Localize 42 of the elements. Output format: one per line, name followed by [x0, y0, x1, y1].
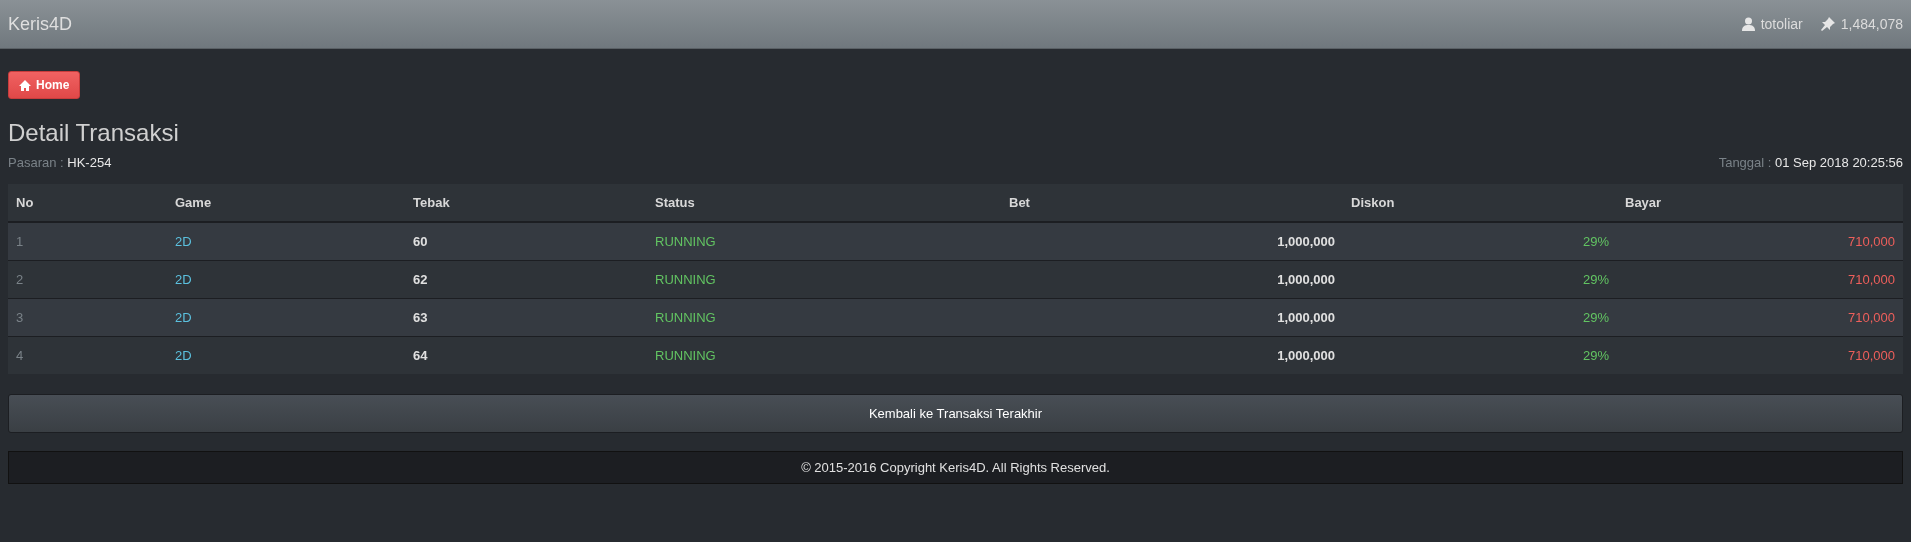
page-title: Detail Transaksi [8, 119, 180, 147]
table-cell: 710,000 [1617, 222, 1903, 261]
tanggal-label: Tanggal : [1718, 155, 1772, 170]
table-cell: 1 [8, 222, 167, 261]
table-cell: 29% [1343, 260, 1617, 299]
table-cell: 29% [1343, 222, 1617, 261]
table-cell: RUNNING [647, 336, 1001, 374]
table-cell: 710,000 [1617, 260, 1903, 299]
table-cell: 1,000,000 [1001, 298, 1343, 337]
table-cell: RUNNING [647, 222, 1001, 261]
table-cell: 2D [167, 260, 405, 299]
table-cell: 710,000 [1617, 336, 1903, 374]
table-cell: RUNNING [647, 298, 1001, 337]
brand-name[interactable]: Keris4D [8, 13, 73, 35]
table-cell: 1,000,000 [1001, 336, 1343, 374]
username[interactable]: totoliar [1760, 16, 1803, 32]
home-button[interactable]: Home [8, 71, 81, 99]
table-cell: 63 [405, 298, 647, 337]
table-cell: RUNNING [647, 260, 1001, 299]
pasaran-value: HK-254 [67, 155, 112, 170]
table-cell: 710,000 [1617, 298, 1903, 337]
copyright-text: © 2015-2016 Copyright Keris4D. All Rights Reserved. [801, 460, 1110, 475]
table-cell: 29% [1343, 298, 1617, 337]
table-cell: 29% [1343, 336, 1617, 374]
tanggal-value: 01 Sep 2018 20:25:56 [1775, 155, 1903, 170]
table-cell: 2 [8, 260, 167, 299]
table-cell: 4 [8, 336, 167, 374]
table-cell: 60 [405, 222, 647, 261]
table-cell: 2D [167, 336, 405, 374]
home-icon [19, 79, 31, 91]
pushpin-icon [1820, 17, 1835, 31]
table-cell: 64 [405, 336, 647, 374]
table-cell: 2D [167, 298, 405, 337]
table-cell: 62 [405, 260, 647, 299]
table-cell: 3 [8, 298, 167, 337]
user-icon [1741, 17, 1755, 31]
pasaran-label: Pasaran : [8, 155, 64, 170]
table-cell: 1,000,000 [1001, 222, 1343, 261]
table-cell: 1,000,000 [1001, 260, 1343, 299]
balance: 1,484,078 [1840, 16, 1903, 32]
back-button[interactable]: Kembali ke Transaksi Terakhir [8, 394, 1903, 433]
table-cell: 2D [167, 222, 405, 261]
